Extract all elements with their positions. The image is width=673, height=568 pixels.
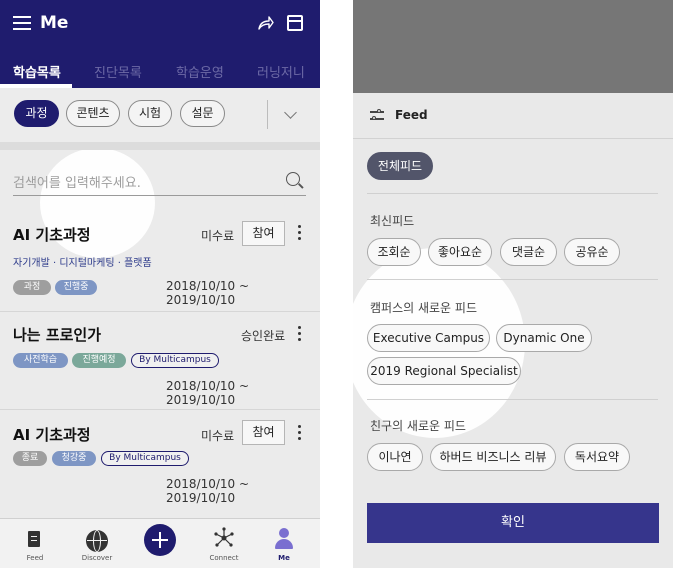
course-period: 2018/10/10 ~ 2019/10/10	[166, 477, 250, 505]
campus-dynamic-one-pill[interactable]: Dynamic One	[496, 324, 592, 352]
chip-survey[interactable]: 설문	[180, 100, 225, 127]
nav-label: Discover	[81, 554, 113, 562]
friends-feed-label: 친구의 새로운 피드	[370, 419, 466, 433]
tab-learning-journey[interactable]: 러닝저니	[257, 62, 305, 81]
nav-connect[interactable]: Connect	[199, 519, 249, 568]
campus-feed-label: 캠퍼스의 새로운 피드	[370, 301, 477, 315]
sort-shares-pill[interactable]: 공유순	[564, 238, 620, 266]
dimmed-overlay[interactable]	[353, 0, 673, 93]
sheet-title: Feed	[395, 108, 428, 122]
filter-chip-bar: 과정 콘텐츠 시험 설문	[0, 88, 320, 258]
connect-icon	[214, 527, 234, 547]
tag-provider: By Multicampus	[131, 353, 219, 368]
course-card[interactable]: 나는 프로인가 승인완료 사전학습 진행예정 By Multicampus 20…	[0, 311, 320, 409]
more-options-icon[interactable]	[298, 326, 302, 344]
tag-course: 과정	[13, 280, 51, 295]
course-status: 미수료	[201, 229, 235, 243]
campus-executive-pill[interactable]: Executive Campus	[367, 324, 490, 352]
nav-label: Me	[278, 554, 290, 562]
profile-icon-body	[275, 539, 293, 549]
feed-filter-screen: Feed 전체피드 최신피드 조회순 좋아요순 댓글순 공유순 캠퍼스의 새로운…	[353, 0, 673, 568]
course-title: 나는 프로인가	[13, 326, 102, 344]
nav-me[interactable]: Me	[259, 519, 309, 568]
friend-pill[interactable]: 이나연	[367, 443, 423, 471]
sort-likes-pill[interactable]: 좋아요순	[428, 238, 492, 266]
confirm-button[interactable]: 확인	[367, 503, 659, 543]
sort-views-pill[interactable]: 조회순	[367, 238, 421, 266]
course-status: 미수료	[201, 429, 235, 443]
section-gap	[0, 142, 320, 150]
friend-pill[interactable]: 하버드 비즈니스 리뷰	[430, 443, 556, 471]
app-bar: Me 학습목록 진단목록 학습운영 러닝저니	[0, 0, 320, 88]
globe-icon	[86, 530, 108, 552]
all-feed-pill[interactable]: 전체피드	[367, 152, 433, 180]
recent-feed-label: 최신피드	[370, 214, 415, 228]
tag-ended: 종료	[13, 451, 47, 466]
course-title: AI 기초과정	[13, 226, 91, 244]
chip-content[interactable]: 콘텐츠	[66, 100, 120, 127]
friend-pill[interactable]: 독서요약	[564, 443, 630, 471]
tab-learning-list[interactable]: 학습목록	[13, 62, 61, 81]
search-icon[interactable]	[286, 172, 300, 186]
bottom-navigation: Feed Discover Connect Me	[0, 518, 320, 568]
calendar-icon[interactable]	[287, 15, 303, 31]
join-button[interactable]: 참여	[242, 420, 285, 445]
hamburger-menu-icon[interactable]	[13, 16, 31, 32]
tab-bar: 학습목록 진단목록 학습운영 러닝저니	[0, 56, 320, 88]
course-card[interactable]: AI 기초과정 미수료 참여 종료 청강중 By Multicampus 201…	[0, 409, 320, 515]
course-status: 승인완료	[241, 329, 286, 343]
feed-icon	[28, 531, 40, 547]
nav-discover[interactable]: Discover	[72, 519, 122, 568]
filter-icon	[370, 108, 384, 121]
tag-auditing: 청강중	[52, 451, 96, 466]
search-placeholder: 검색어를 입력해주세요.	[13, 176, 141, 191]
tab-learning-operations[interactable]: 학습운영	[176, 62, 224, 81]
sort-comments-pill[interactable]: 댓글순	[500, 238, 557, 266]
tag-in-progress: 진행중	[55, 280, 97, 295]
nav-label: Feed	[26, 554, 44, 562]
chevron-down-icon[interactable]	[284, 106, 297, 119]
chip-exam[interactable]: 시험	[128, 100, 172, 127]
section-divider	[367, 193, 658, 194]
more-options-icon[interactable]	[298, 425, 302, 443]
me-screen: Me 학습목록 진단목록 학습운영 러닝저니 과정 콘텐츠 시험 설문 검색어를…	[0, 0, 320, 568]
filter-sheet-header: Feed	[353, 93, 673, 139]
course-title: AI 기초과정	[13, 426, 91, 444]
tab-diagnosis-list[interactable]: 진단목록	[94, 62, 142, 81]
course-card[interactable]: AI 기초과정 미수료 참여 자기개발 · 디지털마케팅 · 플랫폼 과정 진행…	[0, 206, 320, 311]
profile-icon	[279, 528, 289, 538]
page-title: Me	[40, 13, 69, 33]
nav-feed[interactable]: Feed	[10, 519, 60, 568]
course-period: 2018/10/10 ~ 2019/10/10	[166, 279, 250, 307]
chip-course[interactable]: 과정	[14, 100, 59, 127]
more-options-icon[interactable]	[298, 225, 302, 243]
section-divider	[367, 399, 658, 400]
share-icon[interactable]	[256, 14, 274, 32]
search-field[interactable]: 검색어를 입력해주세요.	[13, 170, 306, 196]
campus-regional-specialist-pill[interactable]: 2019 Regional Specialist	[367, 357, 521, 385]
add-icon[interactable]	[144, 524, 176, 556]
tag-pre-learning: 사전학습	[13, 353, 68, 368]
course-categories: 자기개발 · 디지털마케팅 · 플랫폼	[13, 258, 152, 269]
tag-scheduled: 진행예정	[72, 353, 126, 368]
chip-divider	[267, 100, 268, 129]
section-divider	[367, 279, 658, 280]
tag-provider: By Multicampus	[101, 451, 189, 466]
join-button[interactable]: 참여	[242, 221, 285, 246]
nav-label: Connect	[209, 554, 239, 562]
course-period: 2018/10/10 ~ 2019/10/10	[166, 379, 250, 407]
